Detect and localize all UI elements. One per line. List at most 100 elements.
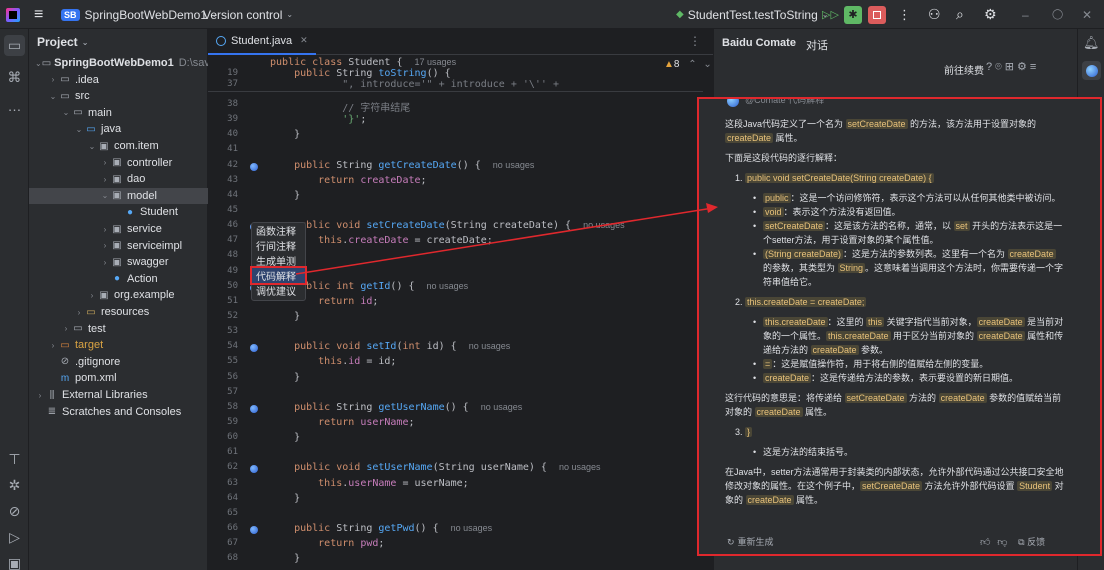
context-menu-item[interactable]: 代码解释 (250, 266, 307, 285)
collapsed-chevron-icon[interactable]: › (74, 308, 84, 317)
tree-item-gitignore[interactable]: ⊘ .gitignore (29, 354, 208, 370)
project-tool-icon[interactable]: ▭ (4, 35, 25, 56)
run-config-selector[interactable]: ◆ StudentTest.testToString ⌄ (676, 0, 828, 29)
expanded-chevron-icon[interactable]: ⌄ (61, 108, 71, 117)
debug-tool-icon[interactable]: ✲ (4, 475, 25, 496)
menu-icon[interactable]: ≡ (1030, 61, 1039, 73)
tree-item-pom-xml[interactable]: m pom.xml (29, 370, 208, 386)
comate-gutter-icon[interactable] (250, 525, 258, 534)
tab-more-icon[interactable]: ⋮ (689, 34, 701, 48)
comate-chat-tab[interactable]: 对话 (806, 37, 828, 53)
context-menu-item[interactable]: 函数注释 (252, 223, 305, 238)
comate-gutter-icon[interactable] (250, 465, 258, 474)
tree-item-model[interactable]: ⌄ ▣ model (29, 187, 208, 204)
expanded-chevron-icon[interactable]: ⌄ (74, 125, 84, 134)
line-number: 55 (227, 356, 238, 367)
collapsed-chevron-icon[interactable]: › (35, 391, 45, 400)
tree-item-java[interactable]: ⌄ ▭ java (29, 121, 208, 137)
more-tools-icon[interactable]: … (4, 95, 25, 116)
tree-item-org-example[interactable]: › ▣ org.example (29, 287, 208, 303)
tree-item-test[interactable]: › ▭ test (29, 321, 208, 337)
maximize-icon[interactable]: ◯ (1052, 0, 1063, 29)
build-tool-icon[interactable]: ⊤ (4, 449, 25, 470)
context-menu-item[interactable]: 调优建议 (252, 283, 305, 298)
run-icon[interactable]: ▷▷ (822, 0, 839, 29)
collapsed-chevron-icon[interactable]: › (48, 75, 58, 84)
feedback-button[interactable]: ⧉ 反馈 (1018, 537, 1045, 547)
more-icon[interactable]: ⋮ (898, 0, 911, 29)
minimize-icon[interactable]: – (1022, 0, 1029, 29)
add-user-icon[interactable]: ⚇ (928, 0, 941, 29)
project-panel-header[interactable]: Project ⌄ (29, 29, 207, 55)
project-switcher[interactable]: SB SpringBootWebDemo1 ⌄ (61, 0, 218, 29)
tree-item-main[interactable]: ⌄ ▭ main (29, 105, 208, 121)
close-window-icon[interactable]: ✕ (1082, 0, 1092, 29)
chevron-down-icon[interactable]: ⌄ (703, 59, 711, 70)
comate-tool-button[interactable] (1082, 61, 1101, 80)
chevron-down-icon: ⌄ (286, 10, 294, 19)
chevron-up-icon[interactable]: ⌃ (688, 59, 696, 70)
tree-item-resources[interactable]: › ▭ resources (29, 304, 208, 320)
history-icon[interactable]: ⌾ (995, 61, 1005, 73)
comate-gutter-icon[interactable] (250, 344, 258, 353)
tree-item-action[interactable]: ● Action (29, 271, 208, 287)
warning-indicator[interactable]: ▲8 ⌃ ⌄ (664, 59, 712, 70)
collapsed-chevron-icon[interactable]: › (100, 258, 110, 267)
context-menu-item[interactable]: 生成单测 (252, 253, 305, 268)
settings-icon[interactable]: ⚙ (1017, 61, 1030, 73)
vcs-menu[interactable]: Version control ⌄ (203, 0, 293, 29)
thumbs-up-icon[interactable]: 👍︎ (980, 537, 990, 548)
tree-item-com-item[interactable]: ⌄ ▣ com.item (29, 138, 208, 154)
tree-item-springbootwebdemo1[interactable]: ⌄ ▭ SpringBootWebDemo1 D:\save\ (29, 55, 219, 71)
tree-item-service[interactable]: › ▣ service (29, 221, 208, 237)
structure-tool-icon[interactable]: ⌘ (4, 67, 25, 88)
tree-item-target[interactable]: › ▭ target (29, 337, 208, 353)
regenerate-button[interactable]: ↻ 重新生成 (727, 535, 774, 548)
tree-item-label: swagger (127, 256, 169, 269)
search-icon[interactable]: ⌕ (956, 0, 964, 29)
close-tab-icon[interactable]: ✕ (300, 35, 308, 46)
notifications-icon[interactable]: 🔔︎ (1083, 35, 1100, 51)
expanded-chevron-icon[interactable]: ⌄ (87, 142, 97, 151)
collapsed-chevron-icon[interactable]: › (100, 225, 110, 234)
terminal-tool-icon[interactable]: ▣ (4, 553, 25, 570)
collapsed-chevron-icon[interactable]: › (87, 291, 97, 300)
context-menu-item[interactable]: 行间注释 (252, 238, 305, 253)
tree-item-src[interactable]: ⌄ ▭ src (29, 88, 208, 104)
thumbs-down-icon[interactable]: 👎︎ (997, 537, 1007, 548)
editor-tab-student-java[interactable]: Student.java ✕ (208, 29, 316, 55)
collapsed-chevron-icon[interactable]: › (100, 175, 110, 184)
collapsed-chevron-icon[interactable]: › (100, 158, 110, 167)
code-token: public (270, 401, 337, 413)
help-icon[interactable]: ? (986, 61, 995, 73)
collapsed-chevron-icon[interactable]: › (61, 324, 71, 333)
debug-button[interactable]: ✱ (844, 0, 862, 29)
collapsed-chevron-icon[interactable]: › (100, 241, 110, 250)
settings-gear-icon[interactable]: ⚙ (984, 0, 997, 29)
app-logo-icon[interactable] (6, 0, 20, 29)
expanded-chevron-icon[interactable]: ⌄ (48, 92, 58, 101)
comate-gutter-icon[interactable] (250, 162, 258, 171)
run-tool-icon[interactable]: ▷ (4, 527, 25, 548)
tree-item-controller[interactable]: › ▣ controller (29, 155, 208, 171)
plugin-icon[interactable]: ⊞ (1005, 61, 1017, 73)
stop-button[interactable] (868, 0, 886, 29)
tree-item-idea[interactable]: › ▭ .idea (29, 72, 208, 88)
collapsed-chevron-icon[interactable]: › (48, 341, 58, 350)
services-tool-icon[interactable]: ⊘ (4, 501, 25, 522)
answer-numbered-item: 2. this.createDate = createDate; (725, 295, 1065, 309)
code-view[interactable]: public class Student { 17 usages 19 publi… (208, 56, 713, 570)
tree-item-student[interactable]: ● Student (29, 204, 208, 220)
tree-item-scratches-and-consoles[interactable]: ≣ Scratches and Consoles (29, 404, 208, 420)
tree-item-swagger[interactable]: › ▣ swagger (29, 254, 208, 270)
comate-gutter-icon[interactable] (250, 404, 258, 413)
main-menu-icon[interactable]: ≡ (34, 0, 43, 29)
renew-link[interactable]: 前往续费 (944, 62, 984, 77)
answer-bullet-item: • setCreateDate ：这是该方法的名称，通常，以 set 开头的方法表示… (725, 219, 1065, 247)
expanded-chevron-icon[interactable]: ⌄ (100, 191, 110, 200)
tree-item-dao[interactable]: › ▣ dao (29, 171, 208, 187)
inline-code: this.createDate = createDate; (745, 297, 867, 307)
tree-item-external-libraries[interactable]: › ⫼ External Libraries (29, 387, 208, 403)
expanded-chevron-icon[interactable]: ⌄ (35, 59, 42, 68)
tree-item-serviceimpl[interactable]: › ▣ serviceimpl (29, 238, 208, 254)
